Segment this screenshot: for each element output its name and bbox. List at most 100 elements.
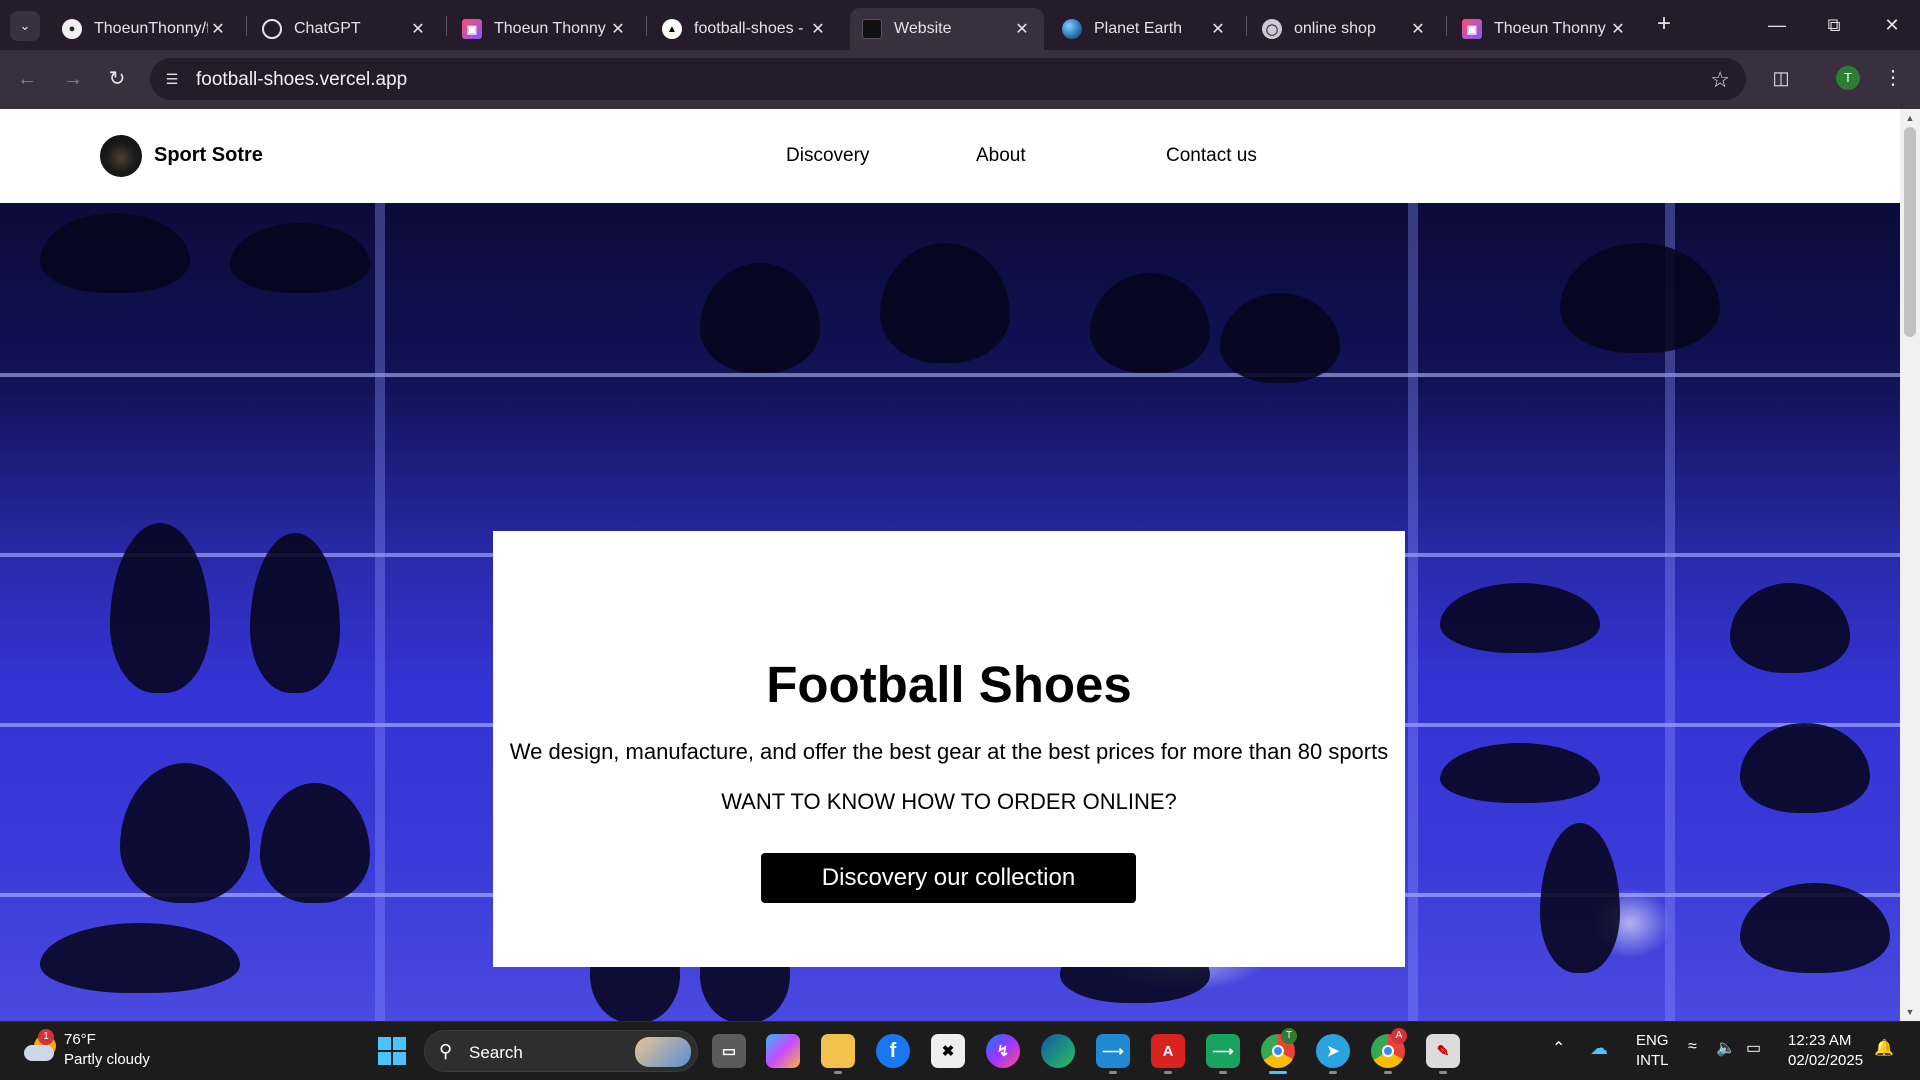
window-close-icon[interactable]: ✕ bbox=[1872, 12, 1912, 38]
close-icon[interactable]: ✕ bbox=[1208, 19, 1228, 39]
nav-link-discovery[interactable]: Discovery bbox=[786, 145, 869, 167]
tab-online-shop[interactable]: ◯ online shop ✕ bbox=[1250, 8, 1440, 50]
url-text[interactable]: football-shoes.vercel.app bbox=[196, 69, 407, 91]
close-icon[interactable]: ✕ bbox=[1408, 19, 1428, 39]
shelf-line bbox=[0, 373, 1900, 377]
discover-collection-button[interactable]: Discovery our collection bbox=[761, 853, 1136, 903]
vercel-icon: ▲ bbox=[662, 19, 682, 39]
running-indicator bbox=[1439, 1071, 1447, 1074]
scroll-thumb[interactable] bbox=[1904, 127, 1916, 337]
shoe-silhouette bbox=[120, 763, 250, 903]
cloud-shape bbox=[24, 1045, 54, 1061]
hero-question: WANT TO KNOW HOW TO ORDER ONLINE? bbox=[721, 789, 1177, 814]
vscode-icon[interactable]: ⟶ bbox=[1096, 1034, 1130, 1068]
brand-logo[interactable] bbox=[100, 135, 142, 177]
chatgpt-icon bbox=[262, 19, 282, 39]
close-icon[interactable]: ✕ bbox=[208, 19, 228, 39]
close-icon[interactable]: ✕ bbox=[808, 19, 828, 39]
telegram-icon[interactable]: ➤ bbox=[1316, 1034, 1350, 1068]
onedrive-cloud-icon[interactable]: ☁ bbox=[1590, 1038, 1608, 1059]
active-indicator bbox=[1269, 1071, 1287, 1074]
acrobat-icon[interactable]: A bbox=[1151, 1034, 1185, 1068]
tab-planet-earth[interactable]: Planet Earth ✕ bbox=[1050, 8, 1240, 50]
tab-search-button[interactable]: ⌄ bbox=[10, 11, 40, 41]
tab-portfolio[interactable]: ▣ Thoeun Thonny ✕ bbox=[450, 8, 640, 50]
new-tab-plus-icon[interactable]: + bbox=[1652, 12, 1676, 36]
scroll-up-icon[interactable]: ▲ bbox=[1905, 113, 1915, 123]
tab-title: ThoeunThonny/f bbox=[94, 20, 208, 37]
portfolio-icon: ▣ bbox=[1462, 19, 1482, 39]
weather-temperature[interactable]: 76°F bbox=[64, 1031, 96, 1048]
weather-description[interactable]: Partly cloudy bbox=[64, 1051, 150, 1068]
wifi-icon[interactable]: ≈ bbox=[1688, 1038, 1697, 1056]
chevron-up-icon[interactable]: ⌃ bbox=[1552, 1038, 1565, 1058]
site-info-icon[interactable]: ☰ bbox=[162, 69, 182, 89]
browser-toolbar: ← → ↻ ☰ football-shoes.vercel.app ☆ ◫ T … bbox=[0, 50, 1920, 109]
shelf-pillar bbox=[1408, 203, 1418, 1021]
taskbar-search[interactable]: ⚲ Search bbox=[424, 1030, 698, 1072]
hero-card: Football Shoes We design, manufacture, a… bbox=[493, 531, 1405, 967]
messenger-icon[interactable]: ↯ bbox=[986, 1034, 1020, 1068]
running-indicator bbox=[1384, 1071, 1392, 1074]
tab-vercel[interactable]: ▲ football-shoes - ✕ bbox=[650, 8, 840, 50]
nav-link-contact[interactable]: Contact us bbox=[1166, 145, 1257, 167]
nav-link-about[interactable]: About bbox=[976, 145, 1026, 167]
running-indicator bbox=[1164, 1071, 1172, 1074]
tab-title: Thoeun Thonny bbox=[1494, 20, 1606, 37]
vscode-insiders-icon[interactable]: ⟶ bbox=[1206, 1034, 1240, 1068]
close-icon[interactable]: ✕ bbox=[608, 19, 628, 39]
tab-title: Website bbox=[894, 20, 952, 37]
bookmark-star-icon[interactable]: ☆ bbox=[1710, 67, 1730, 93]
clock-date[interactable]: 02/02/2025 bbox=[1788, 1052, 1863, 1069]
brand-name[interactable]: Sport Sotre bbox=[154, 144, 263, 167]
tab-chatgpt[interactable]: ChatGPT ✕ bbox=[250, 8, 440, 50]
close-icon[interactable]: ✕ bbox=[1608, 19, 1628, 39]
volume-icon[interactable]: 🔈 bbox=[1716, 1038, 1736, 1058]
more-vertical-icon[interactable]: ⋮ bbox=[1880, 64, 1906, 92]
back-arrow-icon[interactable]: ← bbox=[12, 64, 42, 94]
weather-partly-cloudy-icon[interactable]: 1 bbox=[24, 1029, 56, 1065]
shoe-silhouette bbox=[1090, 273, 1210, 373]
tab-portfolio-2[interactable]: ▣ Thoeun Thonny ✕ bbox=[1450, 8, 1640, 50]
notepad-icon[interactable]: ✎ bbox=[1426, 1034, 1460, 1068]
running-indicator bbox=[1219, 1071, 1227, 1074]
tab-separator bbox=[446, 16, 447, 36]
shoe-silhouette bbox=[1440, 583, 1600, 653]
tab-separator bbox=[1246, 16, 1247, 36]
shoe-silhouette bbox=[230, 223, 370, 293]
tab-separator bbox=[646, 16, 647, 36]
tab-website[interactable]: Website ✕ bbox=[850, 8, 1044, 50]
shoe-silhouette bbox=[260, 783, 370, 903]
scroll-down-icon[interactable]: ▼ bbox=[1905, 1007, 1915, 1017]
profile-avatar[interactable]: T bbox=[1836, 66, 1860, 90]
task-view-icon[interactable]: ▭ bbox=[712, 1034, 746, 1068]
keyboard-layout-indicator[interactable]: INTL bbox=[1636, 1052, 1669, 1069]
page-scrollbar[interactable]: ▲ ▼ bbox=[1900, 109, 1920, 1021]
notification-bell-icon[interactable]: 🔔 bbox=[1874, 1038, 1894, 1058]
close-icon[interactable]: ✕ bbox=[408, 19, 428, 39]
file-explorer-icon[interactable] bbox=[821, 1034, 855, 1068]
address-bar[interactable]: ☰ football-shoes.vercel.app ☆ bbox=[150, 58, 1746, 100]
windows-start-icon[interactable] bbox=[378, 1037, 406, 1065]
close-icon[interactable]: ✕ bbox=[1012, 19, 1032, 39]
shoe-silhouette bbox=[40, 923, 240, 993]
search-icon: ⚲ bbox=[439, 1041, 453, 1061]
tab-title: ChatGPT bbox=[294, 20, 361, 37]
edge-icon[interactable] bbox=[1041, 1034, 1075, 1068]
copilot-icon[interactable] bbox=[766, 1034, 800, 1068]
shoe-silhouette bbox=[1560, 243, 1720, 353]
tab-strip: ⌄ ● ThoeunThonny/f ✕ ChatGPT ✕ ▣ Thoeun … bbox=[0, 0, 1920, 50]
forward-arrow-icon[interactable]: → bbox=[58, 64, 88, 94]
capcut-icon[interactable]: ✖ bbox=[931, 1034, 965, 1068]
reload-icon[interactable]: ↻ bbox=[102, 64, 132, 94]
shoe-silhouette bbox=[1730, 583, 1850, 673]
minimize-icon[interactable]: — bbox=[1757, 12, 1797, 38]
clock-time[interactable]: 12:23 AM bbox=[1788, 1032, 1851, 1049]
extensions-puzzle-icon[interactable]: ◫ bbox=[1768, 65, 1794, 91]
facebook-icon[interactable]: f bbox=[876, 1034, 910, 1068]
battery-icon[interactable]: ▭ bbox=[1746, 1038, 1761, 1058]
language-indicator[interactable]: ENG bbox=[1636, 1032, 1669, 1049]
restore-icon[interactable]: ⧉ bbox=[1814, 12, 1854, 38]
shoe-silhouette bbox=[250, 533, 340, 693]
tab-github[interactable]: ● ThoeunThonny/f ✕ bbox=[50, 8, 240, 50]
